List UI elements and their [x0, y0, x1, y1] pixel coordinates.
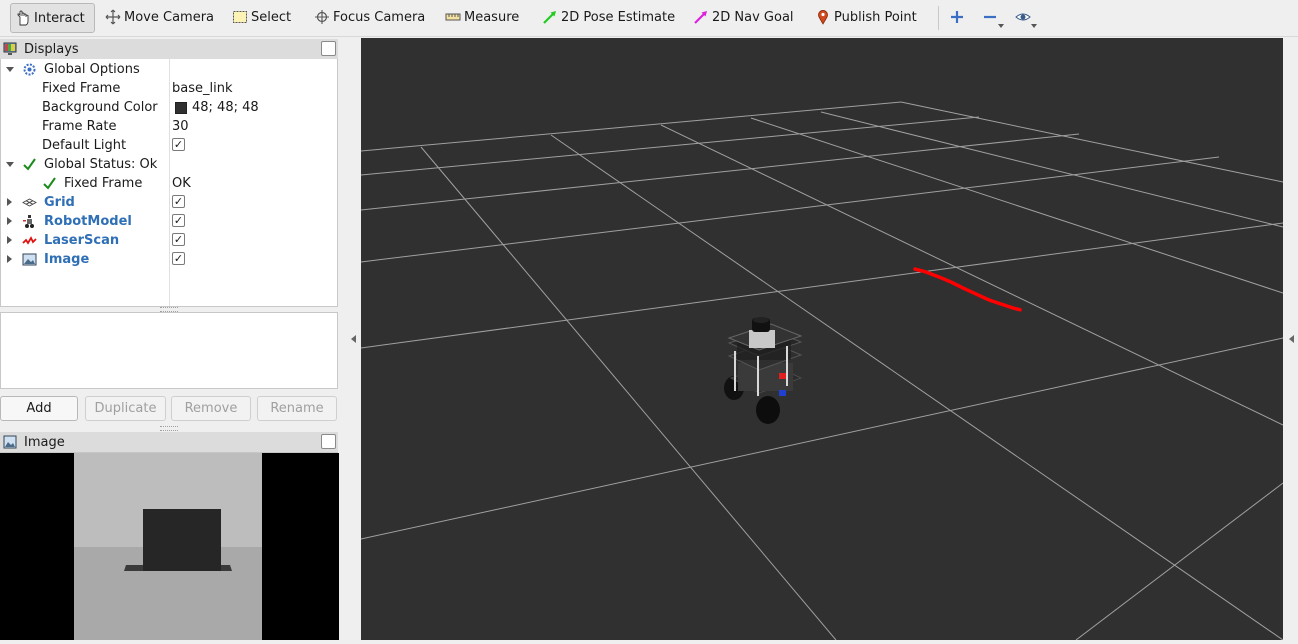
publish-point-label: Publish Point	[834, 9, 917, 25]
fixed-frame-value[interactable]: base_link	[172, 81, 232, 96]
select-label: Select	[251, 9, 292, 25]
tree-row-frame-rate[interactable]: Frame Rate 30	[1, 117, 337, 136]
gear-icon	[22, 62, 37, 77]
image-display-label: Image	[44, 252, 90, 267]
collapse-arrow-icon[interactable]	[7, 198, 12, 206]
remove-display-button[interactable]: Remove	[171, 396, 251, 421]
collapse-arrow-icon[interactable]	[7, 236, 12, 244]
green-arrow-icon	[542, 9, 558, 25]
laserscan-display-label: LaserScan	[44, 233, 120, 248]
eye-dropdown-caret-icon[interactable]	[1031, 24, 1037, 28]
nav-goal-label: 2D Nav Goal	[712, 9, 794, 25]
move-camera-label: Move Camera	[124, 9, 215, 25]
interact-label: Interact	[34, 10, 85, 26]
tree-row-global-status[interactable]: Global Status: Ok	[1, 155, 337, 174]
focus-camera-label: Focus Camera	[333, 9, 426, 25]
measure-tool-button[interactable]: Measure	[445, 3, 519, 31]
expand-arrow-icon[interactable]	[6, 162, 14, 167]
fixed-frame-label: Fixed Frame	[42, 81, 121, 96]
pose-estimate-tool-button[interactable]: 2D Pose Estimate	[542, 3, 675, 31]
displays-panel-title: Displays	[24, 41, 79, 57]
publish-point-tool-button[interactable]: Publish Point	[815, 3, 917, 31]
tree-row-robotmodel[interactable]: RobotModel ✓	[1, 212, 337, 231]
global-status-label: Global Status: Ok	[44, 157, 158, 172]
background-color-value[interactable]: 48; 48; 48	[192, 100, 259, 115]
map-pin-icon	[815, 9, 831, 25]
interact-tool-button[interactable]: Interact	[10, 3, 95, 33]
tree-row-image[interactable]: Image ✓	[1, 250, 337, 269]
collapse-right-panel-icon[interactable]	[1289, 335, 1294, 343]
plus-icon[interactable]	[948, 8, 968, 28]
camera-image-view	[0, 453, 339, 640]
ruler-icon	[445, 9, 461, 25]
select-box-icon	[232, 9, 248, 25]
image-icon	[22, 252, 37, 267]
status-fixed-frame-label: Fixed Frame	[64, 176, 143, 191]
tree-row-global-options[interactable]: Global Options	[1, 60, 337, 79]
laserscan-enable-checkbox[interactable]: ✓	[172, 233, 185, 246]
grid-scene	[361, 101, 1283, 640]
tree-row-default-light[interactable]: Default Light ✓	[1, 136, 337, 155]
image-panel-title: Image	[24, 434, 65, 450]
monitor-icon	[3, 42, 17, 56]
nav-goal-tool-button[interactable]: 2D Nav Goal	[693, 3, 794, 31]
default-light-label: Default Light	[42, 138, 127, 153]
duplicate-display-button[interactable]: Duplicate	[85, 396, 166, 421]
expand-arrow-icon[interactable]	[6, 67, 14, 72]
main-toolbar: Interact Move Camera Select Focus Camera…	[0, 0, 1298, 37]
status-fixed-frame-value: OK	[172, 176, 191, 191]
tree-row-grid[interactable]: Grid ✓	[1, 193, 337, 212]
grid-display-label: Grid	[44, 195, 75, 210]
image-enable-checkbox[interactable]: ✓	[172, 252, 185, 265]
background-color-swatch[interactable]	[175, 102, 187, 114]
grid-enable-checkbox[interactable]: ✓	[172, 195, 185, 208]
select-tool-button[interactable]: Select	[232, 3, 291, 31]
tree-row-background-color[interactable]: Background Color 48; 48; 48	[1, 98, 337, 117]
global-options-label: Global Options	[44, 62, 140, 77]
panel-splitter[interactable]	[160, 426, 178, 431]
robotmodel-display-label: RobotModel	[44, 214, 132, 229]
tree-row-fixed-frame[interactable]: Fixed Frame base_link	[1, 79, 337, 98]
collapse-arrow-icon[interactable]	[7, 217, 12, 225]
toolbar-separator	[938, 6, 939, 30]
add-display-button[interactable]: Add	[0, 396, 78, 421]
background-color-label: Background Color	[42, 100, 158, 115]
tree-row-laserscan[interactable]: LaserScan ✓	[1, 231, 337, 250]
3d-render-viewport[interactable]	[361, 38, 1283, 640]
frame-rate-value[interactable]: 30	[172, 119, 189, 134]
magenta-arrow-icon	[693, 9, 709, 25]
grid-icon	[22, 195, 37, 210]
property-description-box	[0, 312, 338, 389]
collapse-left-panel-icon[interactable]	[351, 335, 356, 343]
displays-panel-header: Displays	[0, 39, 338, 60]
image-panel-float-toggle[interactable]	[321, 434, 336, 449]
focus-camera-tool-button[interactable]: Focus Camera	[314, 3, 425, 31]
move-arrows-icon	[105, 9, 121, 25]
laser-scan-icon	[22, 233, 37, 248]
frame-rate-label: Frame Rate	[42, 119, 117, 134]
image-icon	[3, 435, 17, 449]
displays-panel-float-toggle[interactable]	[321, 41, 336, 56]
minus-dropdown-caret-icon[interactable]	[998, 24, 1004, 28]
camera-image	[74, 453, 262, 640]
rename-display-button[interactable]: Rename	[257, 396, 337, 421]
hand-cursor-icon	[15, 10, 31, 26]
robot-icon	[22, 214, 37, 229]
collapse-arrow-icon[interactable]	[7, 255, 12, 263]
check-mark-icon	[42, 176, 57, 191]
measure-label: Measure	[464, 9, 520, 25]
pose-estimate-label: 2D Pose Estimate	[561, 9, 676, 25]
robotmodel-enable-checkbox[interactable]: ✓	[172, 214, 185, 227]
move-camera-tool-button[interactable]: Move Camera	[105, 3, 214, 31]
robot-model	[724, 317, 803, 424]
tree-row-status-fixed-frame[interactable]: Fixed Frame OK	[1, 174, 337, 193]
ground-grid	[361, 101, 1283, 640]
default-light-checkbox[interactable]: ✓	[172, 138, 185, 151]
laser-scan-points	[913, 267, 1023, 312]
image-panel-header: Image	[0, 432, 338, 453]
crosshair-icon	[314, 9, 330, 25]
check-mark-icon	[22, 157, 37, 172]
displays-tree: Global Options Fixed Frame base_link Bac…	[0, 59, 338, 307]
